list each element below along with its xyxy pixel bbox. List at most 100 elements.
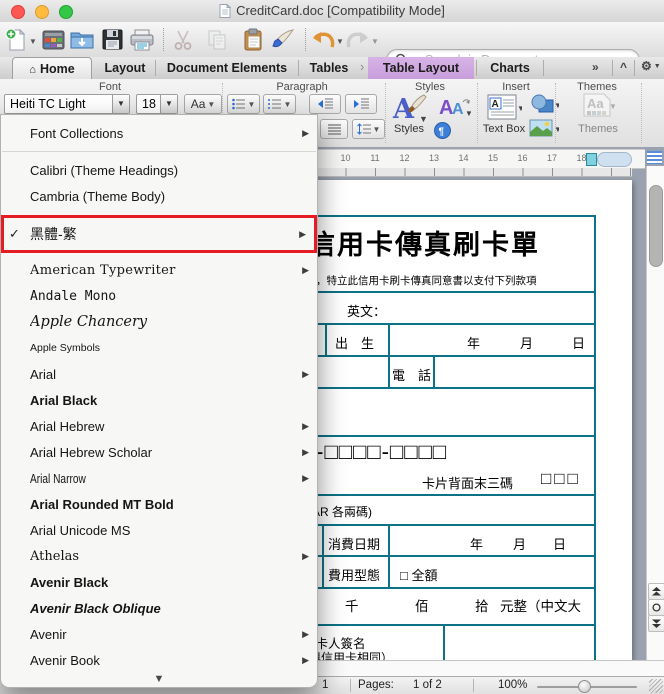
font-menu-item[interactable]: American Typewriter ▶ — [1, 257, 317, 283]
toolbar-separator — [163, 28, 165, 51]
font-name-combo[interactable]: Heiti TC Light ▼ — [4, 94, 130, 114]
gallery-button[interactable] — [40, 26, 66, 53]
ruler-number: 10 — [340, 153, 351, 163]
indent-marker[interactable] — [586, 153, 597, 166]
ribbon-settings-gear-icon[interactable]: ⚙ ▼ — [641, 59, 661, 73]
vertical-scrollbar[interactable] — [646, 166, 664, 660]
font-menu-item[interactable]: Apple Chancery — [1, 309, 317, 335]
phone-label: 電 話 — [392, 368, 432, 383]
numbering-button[interactable]: ▼ — [263, 94, 296, 114]
font-menu-item[interactable]: Avenir Black Oblique — [1, 595, 317, 621]
paste-button[interactable] — [240, 26, 266, 53]
font-menu-item[interactable]: Font Collections ▶ — [1, 120, 317, 146]
font-menu-item[interactable]: Avenir Book ▶ — [1, 647, 317, 673]
pages-label: Pages: — [358, 679, 394, 691]
font-menu-item-label: Apple Chancery — [30, 314, 148, 330]
scroll-down-arrow-icon[interactable]: ▼ — [1, 673, 317, 685]
vertical-scrollbar-thumb[interactable] — [649, 185, 663, 267]
tab-tables[interactable]: Tables — [301, 57, 357, 79]
ruler-number: 12 — [399, 153, 410, 163]
justify-button[interactable] — [320, 119, 348, 139]
increase-indent-button[interactable] — [345, 94, 377, 114]
tab-overflow-chevron[interactable]: » — [592, 60, 599, 74]
ribbon-collapse-button[interactable]: ^ — [620, 60, 627, 74]
font-menu-item-label: Arial — [30, 366, 57, 382]
checkmark-icon: ✓ — [9, 226, 20, 241]
submenu-arrow-icon: ▶ — [302, 446, 309, 457]
ruler-right-margin — [597, 152, 632, 167]
font-menu-item[interactable]: Arial Black — [1, 387, 317, 413]
shapes-button[interactable]: ▼ — [527, 93, 561, 115]
cut-button — [170, 26, 196, 53]
font-menu-item[interactable]: Cambria (Theme Body) — [1, 183, 317, 209]
font-menu-item[interactable]: Arial Rounded MT Bold — [1, 491, 317, 517]
day-label: 日 — [553, 537, 567, 552]
font-effects-button[interactable]: A A ▼ — [437, 93, 473, 119]
new-document-button[interactable] — [3, 26, 29, 53]
group-label-insert: Insert — [502, 81, 530, 93]
bullets-button[interactable]: ▼ — [227, 94, 260, 114]
previous-page-button[interactable] — [648, 583, 664, 600]
tab-charts[interactable]: Charts — [479, 57, 541, 79]
save-button[interactable] — [99, 26, 125, 53]
styles-button[interactable]: A ▼ Styles — [388, 93, 430, 135]
select-browse-object-button[interactable] — [648, 599, 664, 616]
undo-button[interactable] — [310, 26, 336, 53]
font-menu-item-label: Font Collections — [30, 125, 124, 141]
font-menu-item[interactable]: Avenir Black — [1, 569, 317, 595]
text-box-button[interactable]: A ▼ Text Box — [482, 93, 526, 135]
font-menu-item-label: Avenir Book — [30, 652, 100, 668]
svg-text:▼: ▼ — [609, 102, 615, 111]
undo-dropdown-caret[interactable]: ▼ — [336, 37, 344, 46]
font-menu-item[interactable]: Arial Hebrew ▶ — [1, 413, 317, 439]
font-size-combo[interactable]: 18 ▼ — [136, 94, 178, 114]
submenu-arrow-icon: ▶ — [302, 654, 309, 665]
font-menu-item-label: Calibri (Theme Headings) — [30, 162, 179, 178]
font-menu-item[interactable]: Calibri (Theme Headings) — [1, 157, 317, 183]
font-menu-item[interactable]: Arial ▶ — [1, 361, 317, 387]
font-menu-item-label: Arial Black — [30, 392, 98, 408]
form-title: 信用卡傳真刷卡單 — [308, 230, 540, 260]
next-page-button[interactable] — [648, 615, 664, 632]
font-menu-item[interactable]: Arial Hebrew Scholar ▶ — [1, 439, 317, 465]
new-dropdown-caret[interactable]: ▼ — [29, 37, 37, 46]
home-icon: ⌂ — [29, 64, 36, 76]
zoom-slider-thumb[interactable] — [578, 680, 591, 693]
amount-unit: 千 — [345, 599, 359, 614]
tab-document-elements[interactable]: Document Elements — [158, 57, 296, 79]
picture-button[interactable]: ▼ — [527, 117, 561, 139]
split-view-icon[interactable] — [646, 150, 663, 165]
change-case-button[interactable]: Aa ▼ — [184, 94, 222, 114]
svg-text:A: A — [492, 99, 499, 110]
tab-table-layout[interactable]: Table Layout — [368, 57, 474, 79]
ruler-number: 13 — [428, 153, 440, 163]
submenu-arrow-icon: ▶ — [302, 127, 309, 138]
style-guides-button[interactable]: ¶ — [432, 121, 452, 139]
decrease-indent-button[interactable] — [309, 94, 341, 114]
font-name-caret[interactable]: ▼ — [112, 95, 129, 113]
tab-layout[interactable]: Layout — [97, 57, 153, 79]
font-menu-item[interactable]: Arial Narrow ▶ — [1, 465, 317, 491]
copy-button — [204, 26, 230, 53]
window-resize-grip[interactable] — [649, 679, 663, 693]
font-menu: Font Collections ▶ Calibri (Theme Headings… — [0, 114, 318, 688]
font-menu-item[interactable]: Arial Unicode MS — [1, 517, 317, 543]
tab-home[interactable]: ⌂ Home — [12, 57, 92, 79]
format-painter-button[interactable] — [270, 26, 296, 53]
redo-dropdown-caret: ▼ — [371, 37, 379, 46]
font-size-caret[interactable]: ▼ — [160, 95, 177, 113]
font-menu-item-label: Apple Symbols — [30, 342, 101, 354]
font-menu-item[interactable]: Avenir ▶ — [1, 621, 317, 647]
font-menu-item[interactable]: Apple Symbols — [1, 335, 317, 361]
format-painter-brush-icon — [272, 29, 295, 48]
open-button[interactable] — [69, 26, 95, 53]
line-spacing-button[interactable]: ▼ — [352, 119, 385, 139]
font-menu-item-label: Arial Hebrew — [30, 418, 105, 434]
font-menu-item[interactable]: Andale Mono — [1, 283, 317, 309]
submenu-arrow-icon: ▶ — [302, 472, 309, 483]
ruler-number: 14 — [458, 153, 469, 163]
print-button[interactable] — [129, 26, 155, 53]
font-menu-item[interactable]: Athelas ▶ — [1, 543, 317, 569]
print-icon — [130, 29, 154, 50]
font-menu-item[interactable]: ✓ 黑體-繁 ▶ — [1, 215, 317, 253]
